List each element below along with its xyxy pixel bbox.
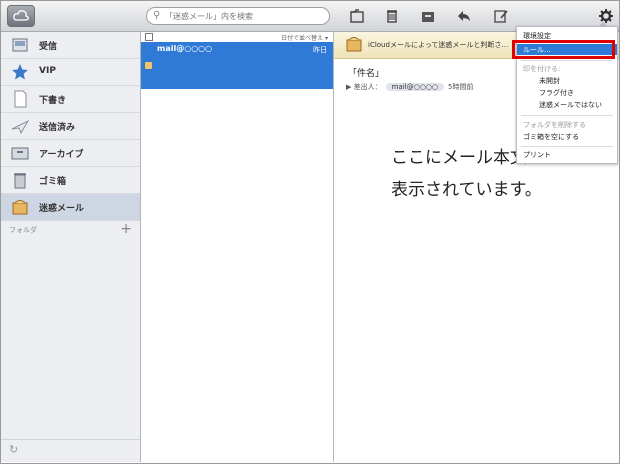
archive-icon[interactable] xyxy=(420,8,436,24)
menu-separator xyxy=(521,115,613,116)
message-subject: 「件名」 xyxy=(348,69,385,79)
list-item[interactable]: mail@○○○○ 昨日 xyxy=(141,42,333,89)
message-date: 昨日 xyxy=(313,46,327,54)
message-sender: mail@○○○○ xyxy=(157,44,213,53)
menu-section-flag: 印を付ける: xyxy=(523,65,561,73)
star-icon xyxy=(12,64,28,80)
sidebar-item-label: VIP xyxy=(39,66,56,76)
reply-icon[interactable] xyxy=(456,8,472,24)
sidebar-item-drafts[interactable]: 下書き xyxy=(1,86,140,113)
draft-icon xyxy=(14,90,27,108)
sort-bar: 日付で並べ替え ▾ xyxy=(141,32,333,42)
collapse-icon[interactable] xyxy=(145,33,153,41)
sort-button[interactable]: 日付で並べ替え ▾ xyxy=(281,33,328,42)
search-field[interactable]: ⚲ xyxy=(146,7,330,25)
sidebar-item-archive[interactable]: アーカイブ xyxy=(1,140,140,167)
sidebar-item-label: アーカイブ xyxy=(39,150,84,160)
folders-header: フォルダ + xyxy=(1,221,140,239)
sidebar-item-sent[interactable]: 送信済み xyxy=(1,113,140,140)
compose-icon[interactable] xyxy=(493,8,509,24)
menu-item-delete-folder: フォルダを削除する xyxy=(523,121,586,129)
highlight-box xyxy=(512,40,615,59)
junk-icon xyxy=(12,200,28,215)
trash-icon xyxy=(14,173,26,189)
sender-prefix[interactable]: ▶ 差出人： xyxy=(346,83,382,91)
inbox-icon xyxy=(12,38,28,52)
sent-icon xyxy=(11,119,29,135)
sidebar-item-inbox[interactable]: 受信 xyxy=(1,32,140,59)
sender-chip[interactable]: mail@○○○○ xyxy=(385,83,445,91)
sidebar-item-trash[interactable]: ゴミ箱 xyxy=(1,167,140,194)
add-folder-button[interactable]: + xyxy=(120,221,132,237)
search-icon: ⚲ xyxy=(153,10,161,21)
menu-item-print[interactable]: プリント xyxy=(523,150,551,160)
sidebar-item-label: 送信済み xyxy=(39,123,76,133)
sidebar-item-label: 迷惑メール xyxy=(39,204,85,214)
move-to-folder-icon[interactable] xyxy=(349,8,365,24)
junk-icon xyxy=(346,37,362,52)
sender-line: ▶ 差出人： mail@○○○○ 5時間前 xyxy=(346,82,474,92)
search-input[interactable] xyxy=(163,9,327,24)
message-time: 5時間前 xyxy=(448,83,474,91)
folders-label: フォルダ xyxy=(9,226,37,234)
refresh-icon[interactable]: ↻ xyxy=(9,443,18,456)
menu-separator xyxy=(521,60,613,61)
junk-icon xyxy=(145,62,152,69)
sidebar-item-label: 下書き xyxy=(39,96,67,106)
menu-item-flagged[interactable]: フラグ付き xyxy=(539,88,574,98)
sidebar-item-label: ゴミ箱 xyxy=(39,177,67,187)
menu-item-unread[interactable]: 未開封 xyxy=(539,76,560,86)
archive-icon xyxy=(11,147,29,160)
sidebar: 受信 VIP 下書き 送信済み アーカイブ ゴミ箱 迷惑メール フォルダ + ↻ xyxy=(1,32,141,462)
menu-separator xyxy=(521,146,613,147)
cloud-icon[interactable] xyxy=(7,5,35,27)
trash-icon[interactable] xyxy=(384,8,400,24)
menu-item-not-junk[interactable]: 迷惑メールではない xyxy=(539,100,602,110)
sidebar-item-junk[interactable]: 迷惑メール xyxy=(1,194,140,221)
menu-item-empty-trash[interactable]: ゴミ箱を空にする xyxy=(523,132,579,142)
body-line: 表示されています。 xyxy=(391,180,542,200)
banner-text: iCloudメールによって迷惑メールと判断さ… xyxy=(368,41,509,49)
divider xyxy=(1,439,140,440)
sidebar-item-label: 受信 xyxy=(39,42,58,52)
sidebar-item-vip[interactable]: VIP xyxy=(1,59,140,86)
message-list: 日付で並べ替え ▾ mail@○○○○ 昨日 xyxy=(141,32,334,462)
